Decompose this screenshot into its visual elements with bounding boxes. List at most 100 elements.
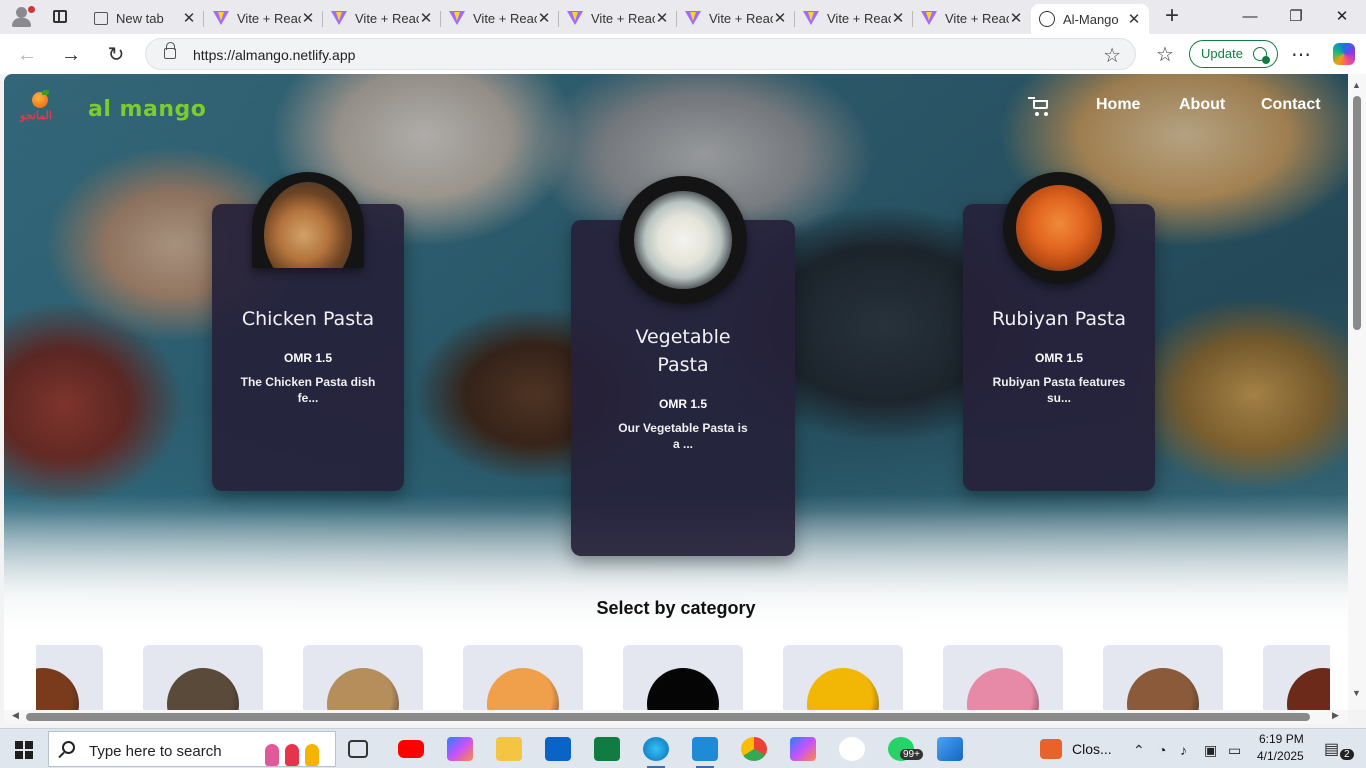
- close-tab-icon[interactable]: ✕: [1009, 9, 1023, 27]
- close-tab-icon[interactable]: ✕: [1127, 10, 1141, 28]
- tab-vite[interactable]: Vite + React ✕: [795, 4, 913, 32]
- new-tab-icon: [94, 11, 108, 25]
- category-card[interactable]: [943, 645, 1063, 710]
- speaker-icon[interactable]: ♪: [1180, 742, 1187, 758]
- category-carousel[interactable]: [36, 645, 1330, 710]
- tab-vite[interactable]: Vite + React ✕: [677, 4, 795, 32]
- battery-icon[interactable]: ▭: [1228, 742, 1241, 759]
- mongodb-icon[interactable]: [839, 737, 865, 761]
- vscode-icon[interactable]: [692, 737, 718, 761]
- close-tab-icon[interactable]: ✕: [537, 9, 551, 27]
- copilot-beta-icon[interactable]: [790, 737, 816, 761]
- vertical-scroll-thumb[interactable]: [1353, 96, 1361, 330]
- tab-vite[interactable]: Vite + React ✕: [559, 4, 677, 32]
- card-title: Rubiyan Pasta: [992, 308, 1126, 330]
- close-window-button[interactable]: ✕: [1320, 4, 1364, 30]
- fries-thumb: [487, 668, 559, 710]
- tab-vite[interactable]: Vite + React ✕: [913, 4, 1031, 32]
- nav-home[interactable]: Home: [1096, 96, 1140, 114]
- forward-button[interactable]: →: [58, 42, 84, 68]
- lock-icon[interactable]: [164, 42, 176, 59]
- taskbar-time[interactable]: 6:19 PM: [1259, 732, 1304, 746]
- category-card[interactable]: [303, 645, 423, 710]
- vertical-scrollbar[interactable]: ▲ ▼: [1348, 74, 1366, 710]
- mango-logo-icon[interactable]: المانجو: [20, 90, 64, 126]
- featured-card-vegetable-pasta[interactable]: Vegetable Pasta OMR 1.5 Our Vegetable Pa…: [571, 176, 795, 556]
- close-tab-icon[interactable]: ✕: [655, 9, 669, 27]
- close-tab-icon[interactable]: ✕: [182, 9, 196, 27]
- favorites-icon[interactable]: ☆: [1152, 42, 1178, 68]
- tab-vite[interactable]: Vite + React ✕: [323, 4, 441, 32]
- chrome-icon[interactable]: [741, 737, 767, 761]
- card-title: Vegetable Pasta: [635, 326, 731, 376]
- category-card[interactable]: [1103, 645, 1223, 710]
- featured-card-rubiyan-pasta[interactable]: Rubiyan Pasta OMR 1.5 Rubiyan Pasta feat…: [963, 172, 1155, 491]
- favorite-star-icon[interactable]: ☆: [1103, 43, 1121, 68]
- card-title: Chicken Pasta: [241, 308, 375, 330]
- close-tab-icon[interactable]: ✕: [301, 9, 315, 27]
- address-bar[interactable]: https://almango.netlify.app ☆: [145, 38, 1136, 70]
- browser-toolbar: ← → ↻ https://almango.netlify.app ☆ ☆ Up…: [0, 34, 1366, 74]
- new-tab-button[interactable]: +: [1160, 4, 1184, 29]
- featured-card-chicken-pasta[interactable]: Chicken Pasta OMR 1.5 The Chicken Pasta …: [212, 172, 404, 491]
- browser-tab-strip: New tab ✕ Vite + React ✕ Vite + React ✕ …: [0, 0, 1366, 34]
- tab-vite[interactable]: Vite + React ✕: [205, 4, 323, 32]
- platter-thumb: [1287, 668, 1330, 710]
- category-section-title: Select by category: [596, 598, 756, 618]
- category-card[interactable]: [623, 645, 743, 710]
- maximize-button[interactable]: ❐: [1274, 4, 1318, 30]
- taskbar-date[interactable]: 4/1/2025: [1257, 749, 1304, 763]
- card-price: OMR 1.5: [658, 397, 707, 411]
- tab-title: Vite + React: [237, 10, 301, 26]
- tab-title: Vite + React: [827, 10, 891, 26]
- category-card[interactable]: [463, 645, 583, 710]
- tab-actions-icon[interactable]: [48, 6, 72, 28]
- back-button[interactable]: ←: [14, 42, 40, 68]
- profile-avatar-icon[interactable]: [8, 4, 36, 30]
- refresh-button[interactable]: ↻: [103, 42, 129, 68]
- category-card[interactable]: [36, 645, 103, 710]
- tab-title: Vite + React: [591, 10, 655, 26]
- excel-icon[interactable]: [594, 737, 620, 761]
- dark-thumb: [647, 668, 719, 710]
- update-button[interactable]: Update: [1189, 40, 1278, 68]
- file-explorer-icon[interactable]: [496, 737, 522, 761]
- windows-start-icon[interactable]: [15, 741, 33, 759]
- logo-text[interactable]: al mango: [88, 97, 206, 122]
- chevron-up-icon[interactable]: ⌃: [1133, 742, 1145, 759]
- pasta-bowl-thumb: [167, 668, 239, 710]
- nav-about[interactable]: About: [1179, 96, 1225, 114]
- nav-contact[interactable]: Contact: [1261, 96, 1321, 114]
- category-card[interactable]: [143, 645, 263, 710]
- close-tab-icon[interactable]: ✕: [773, 9, 787, 27]
- url-text[interactable]: https://almango.netlify.app: [193, 47, 355, 63]
- network-icon[interactable]: ◔: [1158, 742, 1166, 758]
- copilot-icon[interactable]: [1333, 43, 1355, 65]
- tray-app-label[interactable]: Clos...: [1072, 741, 1112, 757]
- horizontal-scrollbar[interactable]: ◀ ▶: [4, 710, 1348, 724]
- tab-al-mango[interactable]: Al-Mango ✕: [1031, 4, 1149, 34]
- category-card[interactable]: [783, 645, 903, 710]
- notifications-icon[interactable]: ▤: [1324, 739, 1339, 759]
- tab-new-tab[interactable]: New tab ✕: [86, 4, 204, 32]
- card-description: Our Vegetable Pasta is a ...: [618, 421, 748, 451]
- copilot-taskbar-icon[interactable]: [447, 737, 473, 761]
- tab-vite[interactable]: Vite + React ✕: [441, 4, 559, 32]
- task-view-icon[interactable]: [348, 740, 368, 758]
- category-card[interactable]: [1263, 645, 1330, 710]
- meet-now-icon[interactable]: ▣: [1204, 742, 1217, 759]
- taskbar-search-input[interactable]: Type here to search: [48, 731, 336, 767]
- minimize-button[interactable]: —: [1228, 4, 1272, 30]
- logo-arabic-text: المانجو: [20, 110, 52, 122]
- cart-icon[interactable]: [1028, 96, 1052, 118]
- close-tab-icon[interactable]: ✕: [419, 9, 433, 27]
- edge-icon[interactable]: [643, 737, 669, 761]
- close-tab-icon[interactable]: ✕: [891, 9, 905, 27]
- photos-icon[interactable]: [937, 737, 963, 761]
- card-description: Rubiyan Pasta features su...: [992, 375, 1126, 405]
- outlook-icon[interactable]: [545, 737, 571, 761]
- youtube-icon[interactable]: [398, 740, 424, 758]
- more-menu-icon[interactable]: ⋯: [1288, 42, 1314, 68]
- horizontal-scroll-thumb[interactable]: [26, 713, 1310, 721]
- weather-app-icon[interactable]: [1040, 739, 1062, 759]
